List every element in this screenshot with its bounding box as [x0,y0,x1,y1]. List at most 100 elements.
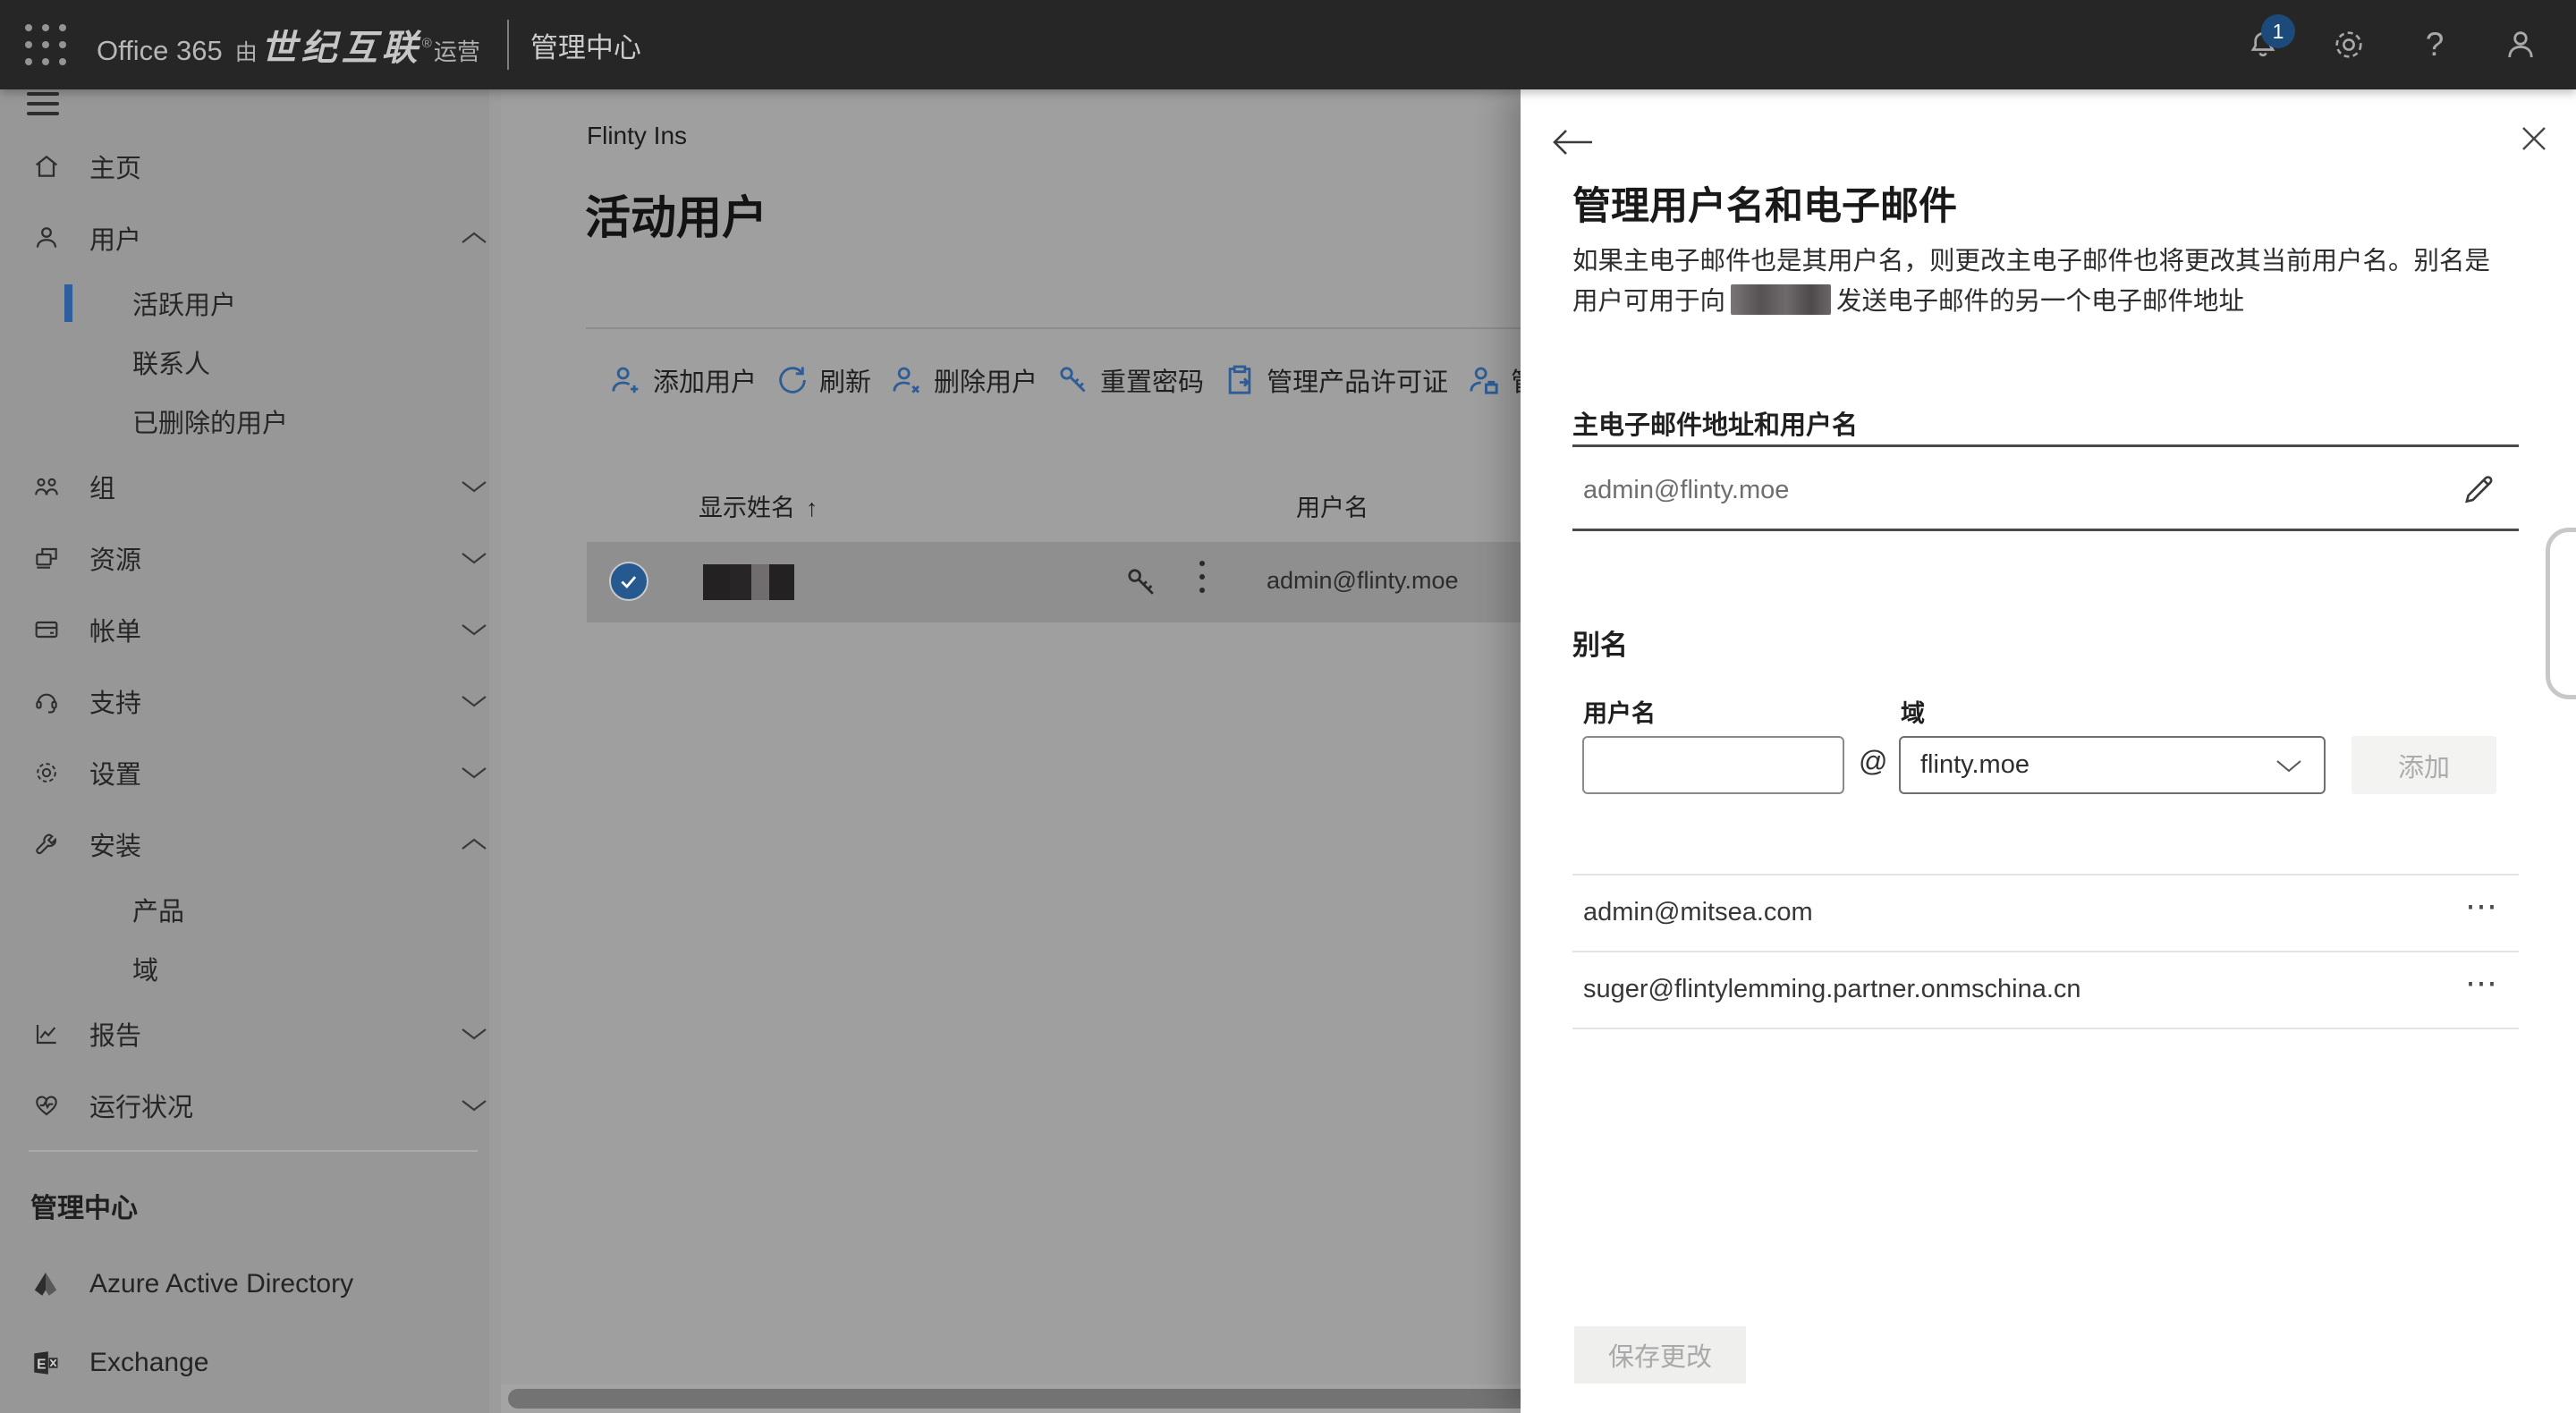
row-selected-checkbox[interactable] [609,562,648,601]
resources-icon [32,544,61,572]
sidebar-item-active-users[interactable]: 活跃用户 [0,274,501,333]
reset-password-button[interactable]: 重置密码 [1055,361,1204,399]
account-button[interactable] [2478,0,2563,89]
sidebar-item-products[interactable]: 产品 [0,880,501,939]
chevron-down-icon [460,622,488,638]
chevron-down-icon [460,765,488,781]
refresh-icon [775,362,810,398]
topbar-divider [507,20,509,70]
add-alias-button[interactable]: 添加 [2351,736,2496,794]
person-briefcase-icon [1466,362,1502,398]
column-header-display-name[interactable]: 显示姓名↑ [699,488,818,523]
sidebar-item-azure-ad[interactable]: Azure Active Directory [0,1245,501,1324]
settings-button[interactable] [2306,0,2392,89]
alias-username-label: 用户名 [1583,694,1656,729]
notification-badge: 1 [2261,14,2295,48]
sidebar-divider [29,1150,478,1152]
sidebar-item-reports[interactable]: 报告 [0,998,501,1070]
at-sign: @ [1859,745,1887,778]
pencil-icon [2460,470,2497,508]
sidebar-item-support[interactable]: 支持 [0,665,501,737]
sidebar-item-setup[interactable]: 安装 [0,808,501,880]
back-arrow-icon [1551,127,1594,157]
person-add-icon [608,362,644,398]
headset-icon [32,687,61,715]
line-chart-icon [32,1020,61,1048]
horizontal-scrollbar-track[interactable] [501,1384,1521,1413]
alias-username-input[interactable] [1582,736,1844,794]
sidebar-item-users[interactable]: 用户 [0,202,501,274]
sidebar-item-settings[interactable]: 设置 [0,737,501,808]
refresh-button[interactable]: 刷新 [775,361,871,399]
topbar-icons: 1 ? [2220,0,2563,89]
key-icon [1055,362,1091,398]
domain-dropdown[interactable]: flinty.moe [1899,736,2326,794]
horizontal-scrollbar-thumb[interactable] [508,1389,1521,1409]
admin-center-links: Azure Active Directory E Exchange [0,1245,501,1402]
person-delete-icon [889,362,925,398]
exchange-icon: E [30,1348,61,1378]
chevron-down-icon [2275,758,2302,774]
brand-operator: 世纪互联 [261,19,422,71]
alias-domain-label: 域 [1901,694,1925,729]
sidebar-item-contacts[interactable]: 联系人 [0,333,501,392]
brand-product: Office 365 [97,35,223,67]
home-icon [32,152,61,181]
toolbar: 添加用户 刷新 删除用户 重置密码 [608,356,1521,404]
add-user-button[interactable]: 添加用户 [608,361,757,399]
sidebar-item-deleted-users[interactable]: 已删除的用户 [0,392,501,451]
sidebar-item-billing[interactable]: 帐单 [0,594,501,665]
back-button[interactable] [1551,127,1594,157]
sidebar-item-home[interactable]: 主页 [0,131,501,202]
alias-list-divider [1572,1028,2519,1029]
heart-pulse-icon [32,1091,61,1120]
help-button[interactable]: ? [2392,0,2478,89]
chevron-up-icon [460,836,488,852]
sidebar-nav: 主页 用户 活跃用户 联系人 已删除的用户 [0,131,501,1141]
app-launcher-icon[interactable] [20,19,72,71]
selected-indicator [64,284,72,322]
chevron-down-icon [460,550,488,566]
primary-email-value: admin@flinty.moe [1583,476,1789,505]
brand-registered-mark: ® [422,36,432,51]
person-icon [2502,26,2539,63]
column-header-username[interactable]: 用户名 [1296,488,1368,523]
sidebar-item-health[interactable]: 运行状况 [0,1070,501,1141]
azure-ad-icon [30,1269,61,1299]
redacted-display-name [703,564,794,600]
close-button[interactable] [2519,123,2549,154]
manage-roles-button[interactable]: 管理 [1466,361,1521,399]
vertical-scrollbar-thumb[interactable] [2546,528,2576,699]
gear-icon [2330,26,2368,63]
save-changes-button[interactable]: 保存更改 [1574,1326,1746,1383]
chevron-down-icon [460,1026,488,1042]
nav-collapse-button[interactable] [27,92,59,122]
alias-list-divider [1572,874,2519,876]
row-more-actions-icon[interactable] [1193,561,1211,601]
user-table-row[interactable]: admin@flinty.moe [587,542,1521,622]
sidebar-item-resources[interactable]: 资源 [0,522,501,594]
sidebar-item-exchange[interactable]: E Exchange [0,1324,501,1402]
office365-admin-screen: Office 365 由 世纪互联 ® 运营 管理中心 1 [0,0,2576,1413]
reset-password-row-icon[interactable] [1122,563,1161,602]
chevron-down-icon [460,693,488,709]
sidebar-item-groups[interactable]: 组 [0,451,501,522]
edit-primary-email-button[interactable] [2460,470,2497,508]
org-name-breadcrumb: Flinty Ins [587,122,687,150]
row-username: admin@flinty.moe [1267,567,1458,595]
person-icon [32,224,61,252]
alias-more-actions-icon[interactable]: ⋯ [2465,969,2500,996]
alias-more-actions-icon[interactable]: ⋯ [2465,893,2500,919]
brand-operated-suffix: 运营 [434,34,480,67]
sidebar-item-domains[interactable]: 域 [0,939,501,998]
admin-centers-header: 管理中心 [30,1186,138,1225]
sort-ascending-icon: ↑ [806,495,818,521]
chevron-down-icon [460,1097,488,1113]
clipboard-icon [1222,362,1258,398]
chevron-up-icon [460,230,488,246]
manage-licenses-button[interactable]: 管理产品许可证 [1222,361,1448,399]
topbar: Office 365 由 世纪互联 ® 运营 管理中心 1 [0,0,2576,89]
delete-user-button[interactable]: 删除用户 [889,361,1038,399]
notifications-button[interactable]: 1 [2220,0,2306,89]
gear-icon [32,758,61,787]
